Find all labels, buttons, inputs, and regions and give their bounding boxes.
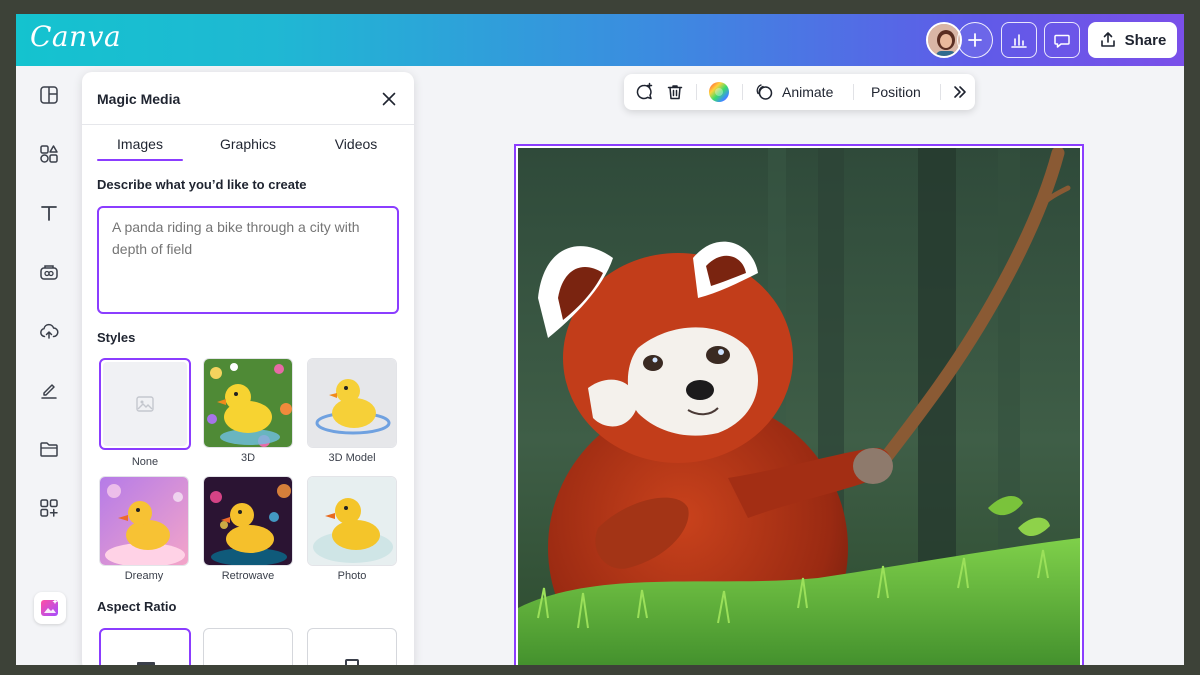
style-photo-tile[interactable] — [307, 476, 397, 566]
color-picker-button[interactable] — [708, 74, 730, 110]
prompt-input[interactable] — [97, 206, 399, 314]
animate-label: Animate — [782, 84, 834, 100]
design-icon[interactable] — [38, 84, 60, 106]
magic-media-icon — [41, 599, 58, 616]
aspect-ratio-label: Aspect Ratio — [97, 599, 177, 614]
more-options-button[interactable] — [952, 74, 968, 110]
comment-add-icon — [636, 82, 653, 100]
style-3d-tile[interactable] — [203, 358, 293, 448]
active-tab-indicator — [97, 159, 183, 161]
plus-icon — [968, 33, 982, 47]
draw-icon[interactable] — [38, 379, 60, 401]
elements-icon[interactable] — [38, 143, 60, 165]
style-caption: Photo — [337, 570, 367, 582]
magic-media-app-button[interactable] — [34, 592, 66, 624]
style-3d-model-tile[interactable] — [307, 358, 397, 448]
image-placeholder-icon — [136, 396, 154, 412]
insights-button[interactable] — [1001, 22, 1037, 58]
style-caption: Retrowave — [221, 570, 275, 582]
bar-chart-icon — [1011, 34, 1027, 48]
uploads-icon[interactable] — [38, 320, 60, 342]
brand-icon[interactable] — [38, 261, 60, 283]
animate-button[interactable]: Animate — [754, 74, 833, 110]
position-button[interactable]: Position — [871, 74, 921, 110]
toolbar-separator — [940, 84, 941, 100]
upload-icon — [1100, 32, 1115, 47]
aspect-ratio-square-option[interactable] — [99, 628, 191, 665]
tab-images[interactable]: Images — [97, 136, 183, 152]
add-collaborator-button[interactable] — [957, 22, 993, 58]
toolbar-separator — [696, 84, 697, 100]
panel-divider — [82, 124, 414, 125]
styles-label: Styles — [97, 330, 136, 345]
share-label: Share — [1124, 31, 1167, 49]
aspect-ratio-landscape-option[interactable] — [203, 628, 293, 665]
aspect-ratio-portrait-option[interactable] — [307, 628, 397, 665]
position-label: Position — [871, 84, 921, 100]
add-comment-button[interactable] — [634, 74, 654, 110]
close-panel-button[interactable] — [378, 88, 400, 110]
prompt-label: Describe what you’d like to create — [97, 177, 307, 192]
generated-image — [518, 148, 1080, 665]
style-caption: None — [131, 456, 159, 468]
toolbar-separator — [742, 84, 743, 100]
trash-icon — [667, 85, 683, 100]
style-caption: 3D — [240, 452, 256, 464]
top-bar: Canva Share — [16, 14, 1184, 66]
share-button[interactable]: Share — [1088, 22, 1177, 58]
style-caption: Dreamy — [124, 570, 164, 582]
left-rail — [16, 66, 82, 665]
delete-button[interactable] — [666, 74, 684, 110]
close-icon — [382, 92, 396, 106]
app-window: Canva Share Magic Media Images Graphics … — [16, 14, 1184, 665]
style-none-tile[interactable] — [99, 358, 191, 450]
text-icon[interactable] — [38, 202, 60, 224]
style-dreamy-tile[interactable] — [99, 476, 189, 566]
magic-media-panel: Magic Media Images Graphics Videos Descr… — [82, 72, 414, 665]
element-toolbar: Animate Position — [624, 74, 975, 110]
style-caption: 3D Model — [328, 452, 376, 464]
comments-button[interactable] — [1044, 22, 1080, 58]
style-retrowave-tile[interactable] — [203, 476, 293, 566]
tab-graphics[interactable]: Graphics — [205, 136, 291, 152]
selected-image-element[interactable] — [514, 144, 1084, 665]
animate-icon — [756, 84, 773, 100]
tab-videos[interactable]: Videos — [313, 136, 399, 152]
apps-icon[interactable] — [38, 497, 60, 519]
canva-logo[interactable]: Canva — [30, 20, 121, 53]
panel-title: Magic Media — [97, 91, 181, 107]
chevrons-right-icon — [954, 86, 966, 98]
comment-icon — [1054, 34, 1070, 48]
color-wheel-icon — [709, 82, 729, 102]
projects-icon[interactable] — [38, 438, 60, 460]
toolbar-separator — [853, 84, 854, 100]
